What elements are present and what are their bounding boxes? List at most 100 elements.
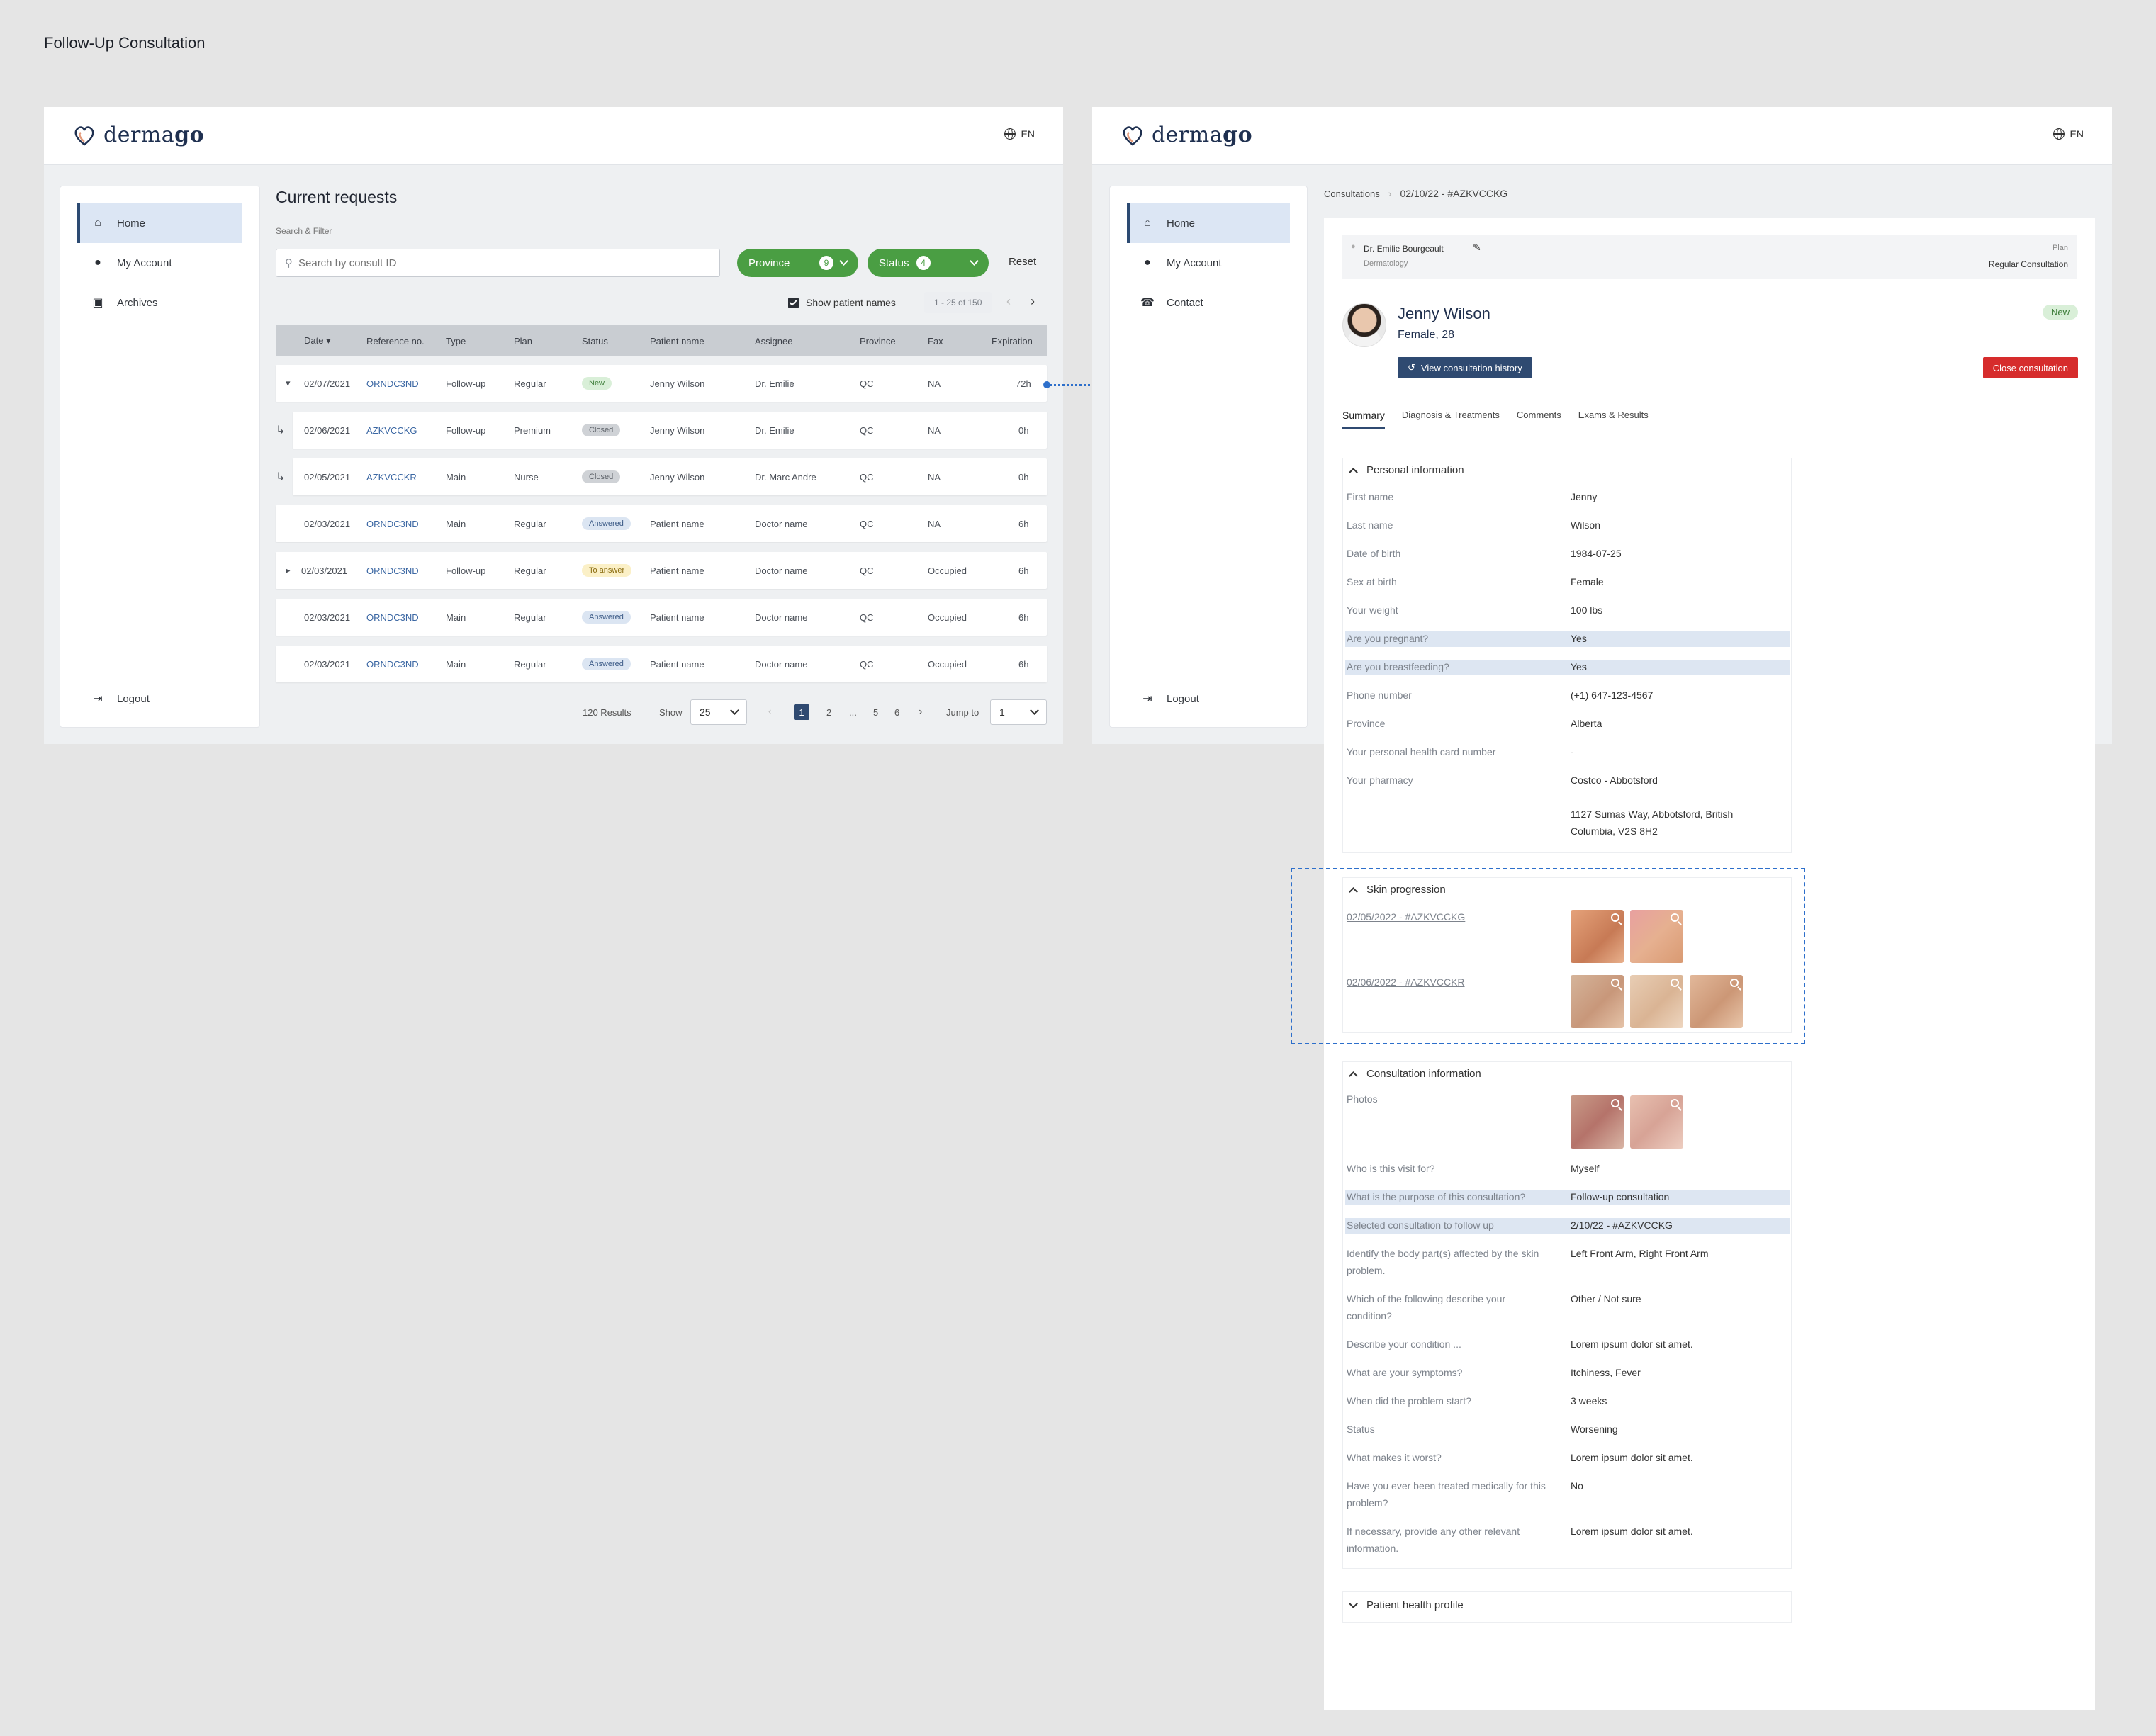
collapse-caret-icon[interactable]: ▾ (286, 378, 291, 389)
logo[interactable]: dermago (1121, 123, 1252, 147)
breadcrumb-root[interactable]: Consultations (1324, 188, 1380, 199)
section-header[interactable]: Patient health profile (1349, 1599, 1464, 1611)
field-value: - (1571, 746, 1574, 757)
zoom-icon[interactable] (1611, 1099, 1619, 1107)
patient-meta: Female, 28 (1398, 329, 1455, 341)
search-input[interactable]: ⚲ (276, 249, 720, 277)
status-badge: To answer (582, 564, 632, 577)
tab-diagnosis[interactable]: Diagnosis & Treatments (1402, 410, 1500, 429)
field-label: Are you breastfeeding? (1347, 661, 1449, 672)
view-history-button[interactable]: ↺ View consultation history (1398, 357, 1532, 378)
condition-photo-thumbnail[interactable] (1630, 1095, 1683, 1149)
field-label: Your pharmacy (1347, 774, 1413, 786)
sidebar-item-my-account[interactable]: ● My Account (77, 243, 242, 283)
page-5[interactable]: 5 (873, 707, 878, 718)
next-page-icon[interactable]: › (919, 706, 922, 718)
jump-to-select[interactable]: 1 (990, 699, 1047, 725)
province-filter[interactable]: Province 9 (737, 249, 858, 277)
table-row-child[interactable]: ↳ 02/06/2021 AZKVCCKG Follow-up Premium … (276, 412, 1047, 449)
table-row[interactable]: ▸ 02/03/2021 ORNDC3ND Follow-up Regular … (276, 552, 1047, 589)
checkbox-checked[interactable] (788, 297, 799, 308)
sidebar-item-logout[interactable]: ⇥ Logout (77, 679, 242, 718)
reset-button[interactable]: Reset (1009, 256, 1036, 268)
page-6[interactable]: 6 (894, 707, 899, 718)
close-consultation-button[interactable]: Close consultation (1982, 357, 2078, 378)
avatar (1342, 303, 1386, 347)
field-value: Costco - Abbotsford (1571, 774, 1658, 786)
results-count: 120 Results (583, 707, 631, 718)
chevron-down-icon (730, 706, 739, 715)
page-1[interactable]: 1 (794, 704, 809, 720)
status-badge: Closed (582, 424, 621, 436)
tab-exams[interactable]: Exams & Results (1578, 410, 1649, 429)
status-badge: Closed (582, 470, 621, 483)
jump-to-label: Jump to (946, 707, 979, 718)
status-badge: Answered (582, 517, 631, 530)
expand-caret-icon[interactable]: ▸ (286, 565, 291, 576)
field-value: (+1) 647-123-4567 (1571, 689, 1654, 701)
prev-page-icon[interactable]: ‹ (768, 706, 771, 716)
chevron-down-icon (970, 257, 979, 266)
search-input-field[interactable] (298, 257, 667, 269)
show-patient-names-toggle[interactable]: Show patient names (788, 297, 896, 308)
status-filter[interactable]: Status 4 (868, 249, 989, 277)
field-label: Selected consultation to follow up (1347, 1219, 1494, 1231)
zoom-icon[interactable] (1671, 1099, 1679, 1107)
plan-value: Regular Consultation (1988, 259, 2068, 269)
table-header: Date ▾ Reference no. Type Plan Status Pa… (276, 325, 1047, 356)
user-icon: ● (94, 257, 101, 269)
archive-icon: ▣ (92, 297, 103, 309)
page-size-select[interactable]: 25 (690, 699, 747, 725)
field-value: 2/10/22 - #AZKVCCKG (1571, 1219, 1673, 1231)
table-row-child[interactable]: ↳ 02/05/2021 AZKVCCKR Main Nurse Closed … (276, 458, 1047, 495)
prev-page-icon[interactable]: ‹ (1006, 294, 1011, 309)
col-expiration: Expiration (992, 335, 1033, 346)
field-value: 1984-07-25 (1571, 548, 1622, 559)
table-row[interactable]: 02/03/2021 ORNDC3ND Main Regular Answere… (276, 646, 1047, 682)
logo-text: dermago (1152, 123, 1253, 147)
language-switch[interactable]: EN (2053, 128, 2084, 140)
table-row[interactable]: ▾ 02/07/2021 ORNDC3ND Follow-up Regular … (276, 365, 1047, 402)
health-profile-section: Patient health profile (1342, 1591, 1792, 1623)
field-label: When did the problem start? (1347, 1395, 1471, 1407)
tab-comments[interactable]: Comments (1517, 410, 1561, 429)
field-label: Are you pregnant? (1347, 633, 1429, 644)
chevron-right-icon: › (1388, 188, 1392, 199)
tab-summary[interactable]: Summary (1342, 410, 1385, 429)
home-icon: ⌂ (1144, 217, 1151, 229)
field-value: Yes (1571, 661, 1587, 672)
logo[interactable]: dermago (72, 123, 204, 147)
edit-icon[interactable]: ✎ (1473, 242, 1481, 254)
field-value: 100 lbs (1571, 604, 1603, 616)
col-date[interactable]: Date ▾ (304, 335, 331, 346)
page-2[interactable]: 2 (826, 707, 831, 718)
field-value: Itchiness, Fever (1571, 1367, 1641, 1378)
field-label: Who is this visit for? (1347, 1163, 1435, 1174)
chevron-down-icon (1030, 706, 1039, 715)
breadcrumb-current: 02/10/22 - #AZKVCCKG (1400, 188, 1508, 199)
logo-text: dermago (103, 123, 205, 147)
chevron-up-icon (1349, 467, 1358, 477)
search-icon: ⚲ (285, 257, 293, 269)
section-header[interactable]: Consultation information (1349, 1068, 1481, 1081)
status-badge: New (2042, 305, 2078, 320)
sidebar-item-home[interactable]: ⌂ Home (77, 203, 242, 243)
sidebar-item-logout[interactable]: ⇥ Logout (1127, 679, 1290, 718)
tab-bar: Summary Diagnosis & Treatments Comments … (1342, 410, 1666, 429)
field-label: Date of birth (1347, 548, 1401, 559)
table-row[interactable]: 02/03/2021 ORNDC3ND Main Regular Answere… (276, 599, 1047, 636)
sidebar-item-contact[interactable]: ☎ Contact (1127, 283, 1290, 322)
field-label: Describe your condition ... (1347, 1338, 1461, 1350)
next-page-icon[interactable]: › (1031, 294, 1035, 309)
status-count-badge: 4 (916, 256, 931, 270)
section-header[interactable]: Personal information (1349, 464, 1464, 477)
doctor-name: Dr. Emilie Bourgeault (1364, 244, 1444, 254)
table-row[interactable]: 02/03/2021 ORNDC3ND Main Regular Answere… (276, 505, 1047, 542)
sidebar-item-home[interactable]: ⌂ Home (1127, 203, 1290, 243)
language-switch[interactable]: EN (1004, 128, 1035, 140)
field-label: What makes it worst? (1347, 1452, 1442, 1463)
sidebar-item-archives[interactable]: ▣ Archives (77, 283, 242, 322)
sidebar-item-my-account[interactable]: ● My Account (1127, 243, 1290, 283)
condition-photo-thumbnail[interactable] (1571, 1095, 1624, 1149)
sidebar: ⌂ Home ● My Account ☎ Contact ⇥ Logout (1109, 186, 1308, 728)
